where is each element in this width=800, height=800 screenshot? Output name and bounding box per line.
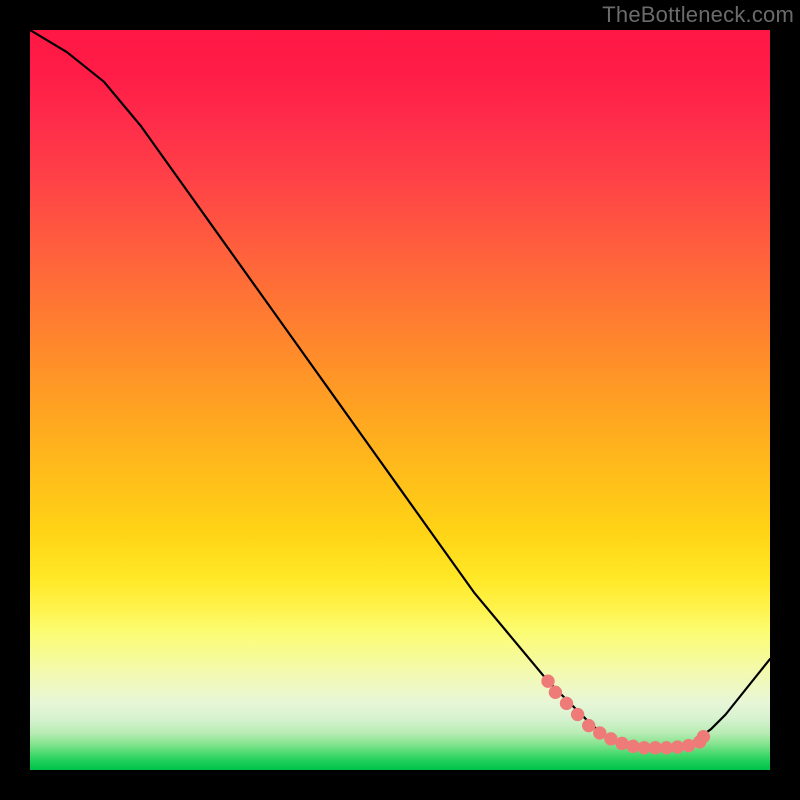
dot <box>616 737 629 750</box>
watermark-text: TheBottleneck.com <box>602 2 794 28</box>
chart-frame: TheBottleneck.com <box>0 0 800 800</box>
plot-area <box>30 30 770 770</box>
dot <box>571 708 584 721</box>
bottleneck-curve <box>30 30 770 748</box>
dot <box>697 730 710 743</box>
dot <box>549 686 562 699</box>
dot <box>542 675 555 688</box>
dot <box>560 697 573 710</box>
highlight-dots <box>542 675 710 755</box>
dot <box>582 719 595 732</box>
plot-svg <box>30 30 770 770</box>
